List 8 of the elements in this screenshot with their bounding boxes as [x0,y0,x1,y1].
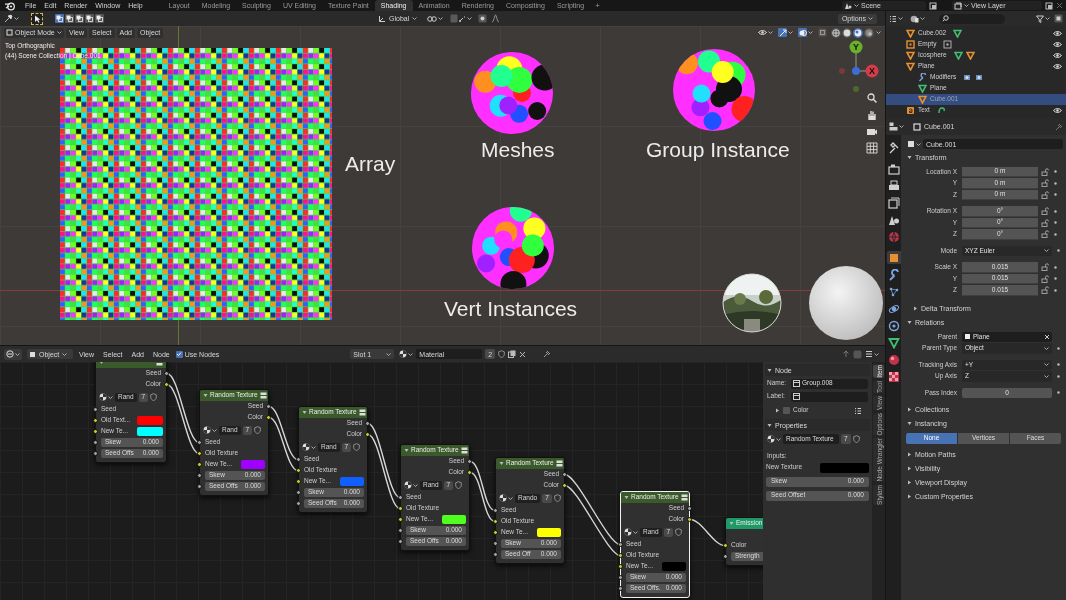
scene-text: Meshes [481,139,555,160]
axis-gizmo[interactable]: Y X [839,40,879,92]
scene-text: Group Instance [646,139,790,160]
scene-text: Array [345,153,396,174]
scene-text: Vert Instances [444,298,578,319]
axis-label: X [869,66,875,76]
axis-label: Y [853,42,859,52]
add-workspace-button[interactable]: + [590,0,605,11]
